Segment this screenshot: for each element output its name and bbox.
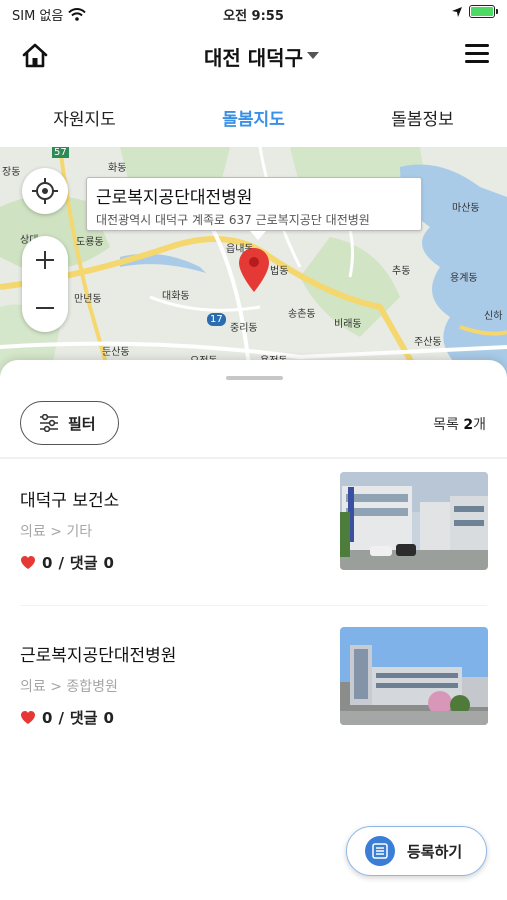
building-photo [340,472,488,570]
map-label: 추동 [392,266,411,277]
filter-button[interactable]: 필터 [20,401,119,445]
item-title: 근로복지공단대전병원 [20,646,177,666]
bottom-sheet: 필터 목록 2개 대덕구 보건소 의료 > 기타 0 / 댓글 0 근로복지공단… [0,360,507,900]
tab-care-map[interactable]: 돌봄지도 [169,96,338,140]
plus-icon [36,251,54,269]
like-count: 0 [42,553,53,572]
minus-icon [36,307,54,309]
item-stats: 0 / 댓글 0 [20,552,114,573]
map-label: 대화동 [162,291,190,302]
map-label: 용계동 [450,273,478,284]
locate-button[interactable] [22,168,68,214]
road-badge: 17 [207,313,226,326]
map-label: 도룡동 [76,237,104,248]
count-value: 2 [463,417,474,433]
comment-count: 0 [103,708,114,727]
sliders-icon [40,414,58,432]
callout-address: 대전광역시 대덕구 계족로 637 근로복지공단 대전병원 [96,213,370,227]
tab-care-info[interactable]: 돌봄정보 [338,96,507,140]
battery-icon [469,5,498,18]
filter-label: 필터 [68,414,96,433]
tab-resource-map[interactable]: 자원지도 [0,96,169,140]
map-label: 만년동 [74,294,102,305]
app-header: 대전 대덕구 [0,28,507,84]
like-count: 0 [42,708,53,727]
map-label: 장동 [2,167,21,178]
map-pin-icon[interactable] [238,247,270,293]
chevron-down-icon[interactable] [307,52,319,59]
item-thumbnail [340,472,488,570]
item-thumbnail [340,627,488,725]
comment-label: 댓글 [69,709,98,727]
register-button[interactable]: 등록하기 [346,826,487,876]
stats-separator: / [58,708,64,727]
list-item[interactable]: 근로복지공단대전병원 의료 > 종합병원 0 / 댓글 0 [0,627,507,761]
callout-title: 근로복지공단대전병원 [96,188,253,208]
road-badge: 57 [52,147,69,158]
map-label: 마산동 [452,203,480,214]
item-category: 의료 > 종합병원 [20,679,118,695]
item-title: 대덕구 보건소 [20,491,120,511]
map-label: 중리동 [230,323,258,334]
list-item[interactable]: 대덕구 보건소 의료 > 기타 0 / 댓글 0 [0,472,507,606]
comment-count: 0 [103,553,114,572]
zoom-out-button[interactable] [22,284,68,332]
stats-separator: / [58,553,64,572]
register-label: 등록하기 [407,842,463,861]
status-bar: SIM 없음 오전 9:55 [0,0,507,28]
divider [20,605,487,606]
hamburger-menu-icon[interactable] [465,44,489,66]
hospital-photo [340,627,488,725]
map-label: 둔산동 [102,347,130,358]
map-label: 주산동 [414,337,442,348]
location-arrow-icon [452,6,462,17]
divider [0,457,507,459]
item-category: 의료 > 기타 [20,524,93,540]
status-time: 오전 9:55 [223,9,284,24]
map-label: 화동 [108,163,127,174]
map-label: 법동 [270,266,289,277]
map-label: 신하 [484,311,503,322]
count-prefix: 목록 [433,417,459,433]
list-count: 목록 2개 [433,414,486,434]
tab-bar: 자원지도 돌봄지도 돌봄정보 [0,96,507,140]
count-suffix: 개 [473,417,486,433]
map-label: 비래동 [334,319,362,330]
drag-handle[interactable] [226,376,283,380]
status-right [451,5,498,18]
comment-label: 댓글 [69,554,98,572]
heart-icon[interactable] [20,710,36,725]
item-stats: 0 / 댓글 0 [20,707,114,728]
map-callout[interactable]: 근로복지공단대전병원 대전광역시 대덕구 계족로 637 근로복지공단 대전병원 [86,177,422,231]
region-selector[interactable]: 대전 대덕구 [0,42,507,71]
zoom-controls [22,236,68,332]
zoom-in-button[interactable] [22,236,68,284]
heart-icon[interactable] [20,555,36,570]
list-icon [365,836,395,866]
callout-tail [250,231,266,240]
map-label: 송촌동 [288,309,316,320]
crosshair-icon [32,178,58,204]
